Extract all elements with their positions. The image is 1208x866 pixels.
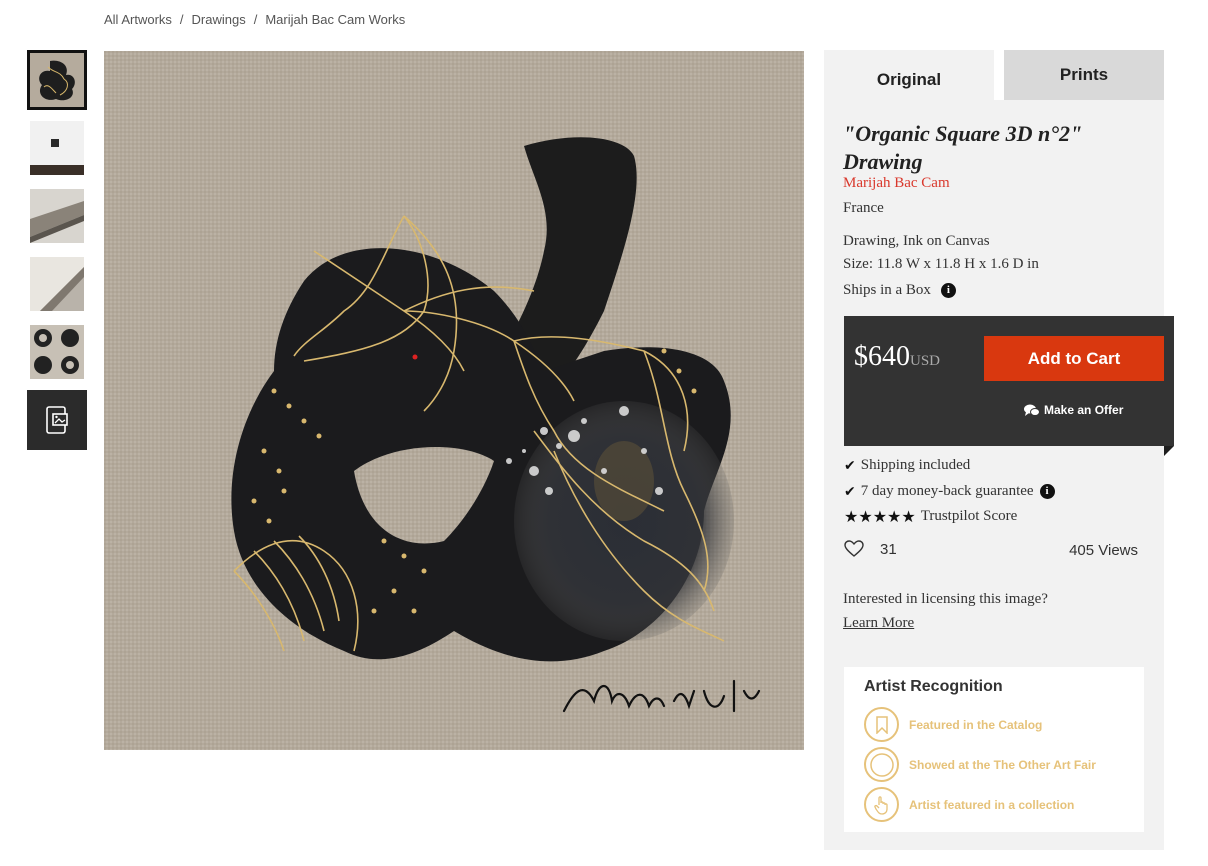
likes-count: 31 — [880, 540, 897, 558]
recognition-item-collection: Artist featured in a collection — [864, 787, 1074, 822]
ships-in-box: Ships in a Box i — [843, 282, 956, 299]
recognition-item-catalog: Featured in the Catalog — [864, 707, 1042, 742]
circle-badge-icon — [864, 747, 899, 782]
artwork-size: Size: 11.8 W x 11.8 H x 1.6 D in — [843, 256, 1039, 272]
thumbnail-series-view[interactable] — [30, 325, 84, 379]
thumbnail-room-view[interactable] — [30, 121, 84, 175]
artist-name-link[interactable]: Marijah Bac Cam — [843, 175, 950, 192]
tab-bar: Original Prints — [824, 50, 1164, 110]
star-icon: ★ — [901, 506, 916, 526]
info-icon[interactable]: i — [1039, 484, 1055, 499]
chat-bubbles-icon — [1024, 404, 1040, 416]
bookmark-icon — [864, 707, 899, 742]
licensing-question: Interested in licensing this image? — [843, 591, 1048, 607]
add-to-cart-button[interactable]: Add to Cart — [984, 336, 1164, 381]
ships-label: Ships in a Box — [843, 282, 931, 298]
learn-more-link[interactable]: Learn More — [843, 615, 914, 632]
breadcrumb-separator: / — [253, 12, 258, 27]
star-rating: ★ ★ ★ ★ ★ — [844, 506, 916, 526]
hand-pointer-icon — [864, 787, 899, 822]
benefit-guarantee-label: 7 day money-back guarantee — [860, 483, 1034, 499]
breadcrumb-artist-works[interactable]: Marijah Bac Cam Works — [265, 12, 405, 27]
recognition-item-art-fair: Showed at the The Other Art Fair — [864, 747, 1096, 782]
purchase-panel: Original Prints "Organic Square 3D n°2" … — [824, 50, 1174, 850]
price-amount: $640 — [854, 341, 910, 372]
artwork-main-image[interactable] — [104, 51, 804, 750]
view-in-room-button[interactable] — [27, 390, 87, 450]
price-box: $640USD Add to Cart Make an Offer — [844, 316, 1174, 446]
info-icon[interactable]: i — [940, 283, 956, 298]
price-currency: USD — [910, 353, 941, 369]
star-icon: ★ — [872, 506, 888, 526]
benefit-guarantee: ✔ 7 day money-back guarantee i — [844, 483, 1055, 500]
tab-original[interactable]: Original — [824, 50, 994, 110]
benefit-trustpilot[interactable]: ★ ★ ★ ★ ★ Trustpilot Score — [844, 508, 1017, 525]
breadcrumb-all-artworks[interactable]: All Artworks — [104, 12, 172, 27]
breadcrumb-drawings[interactable]: Drawings — [192, 12, 246, 27]
views-count: 405 Views — [1069, 542, 1138, 559]
breadcrumb-separator: / — [179, 12, 184, 27]
breadcrumb: All Artworks / Drawings / Marijah Bac Cam Wo… — [104, 12, 405, 27]
heart-icon[interactable] — [844, 540, 864, 558]
recognition-label: Showed at the The Other Art Fair — [909, 757, 1096, 772]
artwork-title: "Organic Square 3D n°2" Drawing — [843, 121, 1083, 174]
likes: 31 — [844, 540, 897, 558]
star-icon: ★ — [858, 506, 873, 526]
thumbnail-back-view[interactable] — [30, 257, 84, 311]
artwork-medium: Drawing, Ink on Canvas — [843, 233, 990, 249]
star-icon: ★ — [887, 506, 902, 526]
make-offer-label: Make an Offer — [1044, 403, 1124, 417]
artist-country: France — [843, 200, 884, 216]
recognition-label: Featured in the Catalog — [909, 717, 1043, 732]
trustpilot-label: Trustpilot Score — [920, 508, 1018, 524]
recognition-label: Artist featured in a collection — [909, 797, 1075, 812]
thumbnail-side-view[interactable] — [30, 189, 84, 243]
price: $640USD — [854, 341, 940, 373]
check-icon: ✔ — [844, 483, 856, 500]
check-icon: ✔ — [844, 457, 856, 474]
artist-recognition: Artist Recognition Featured in the Catal… — [844, 667, 1144, 832]
benefit-shipping-label: Shipping included — [860, 457, 971, 473]
price-box-corner — [1164, 446, 1174, 456]
make-offer-link[interactable]: Make an Offer — [1024, 403, 1123, 417]
recognition-title: Artist Recognition — [864, 678, 1003, 695]
thumbnail-artwork[interactable] — [27, 50, 87, 110]
tab-underlay — [994, 100, 1164, 110]
star-icon: ★ — [844, 506, 859, 526]
tab-prints[interactable]: Prints — [1004, 50, 1164, 100]
view-in-room-icon — [46, 406, 68, 434]
benefit-shipping: ✔ Shipping included — [844, 457, 970, 474]
